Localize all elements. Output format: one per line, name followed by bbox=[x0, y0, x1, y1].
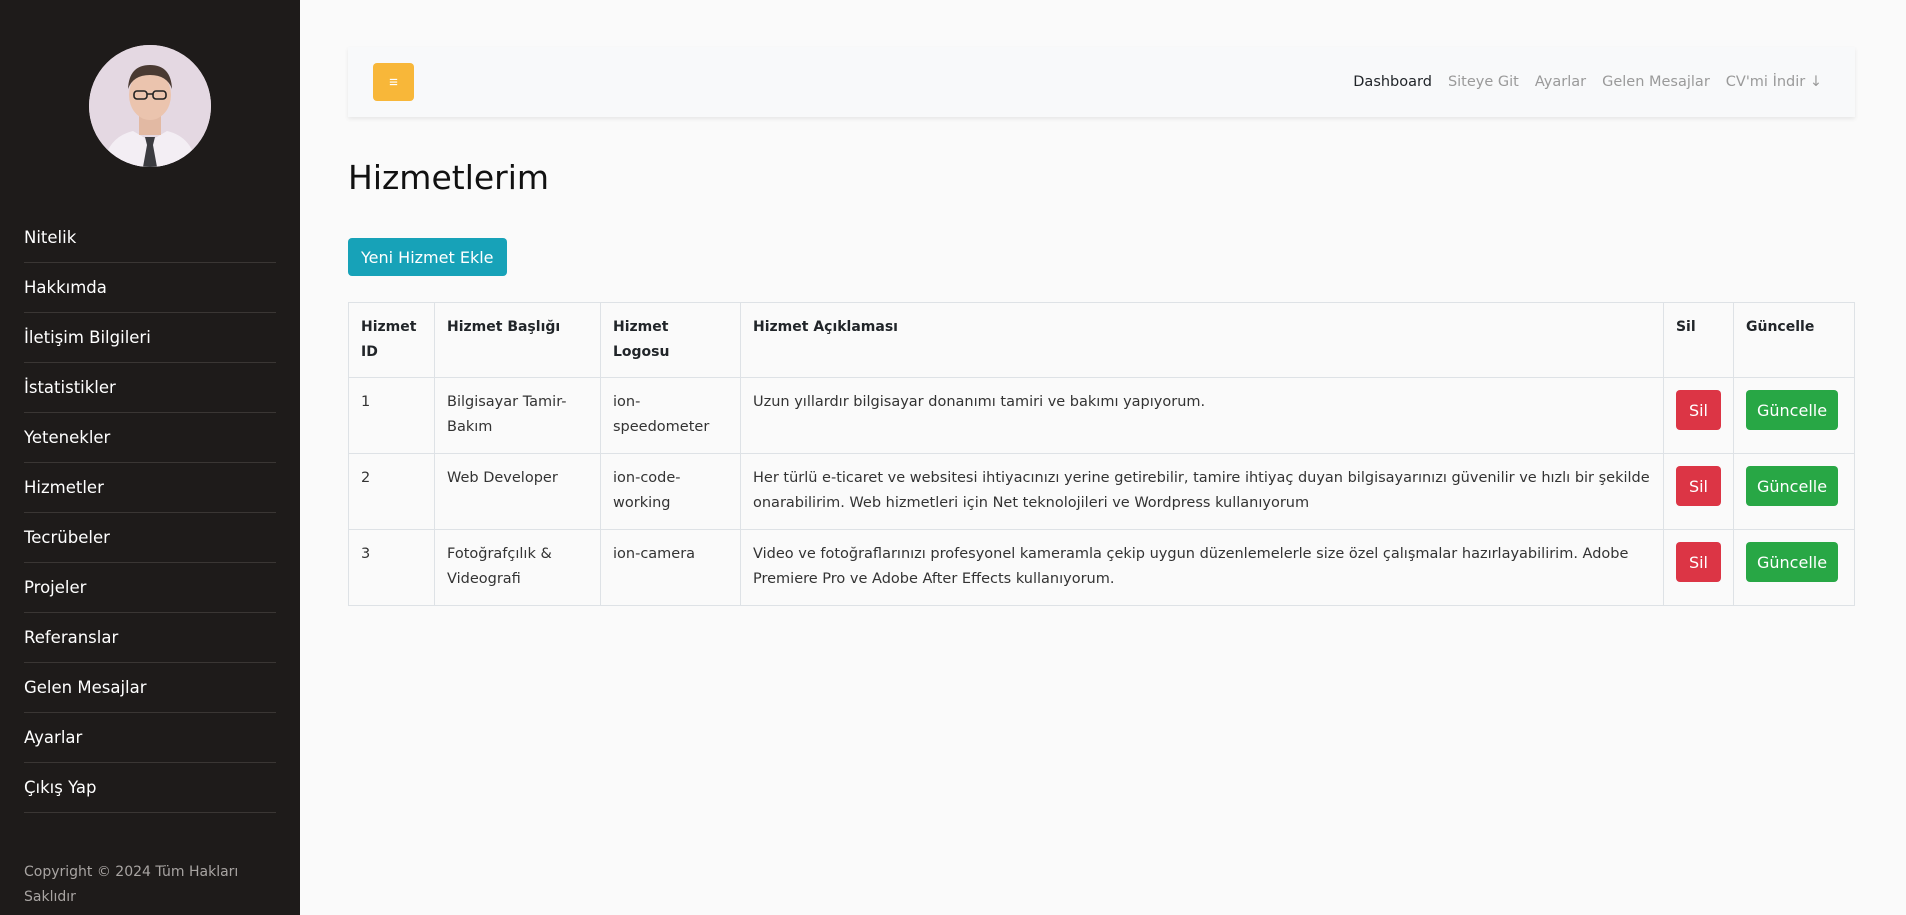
header-title: Hizmet Başlığı bbox=[434, 302, 601, 378]
sidebar-item-cikis-yap[interactable]: Çıkış Yap bbox=[24, 763, 276, 813]
topnav-cv-download-link[interactable]: CV'mi İndir ↓ bbox=[1726, 74, 1822, 90]
cell-logo: ion-camera bbox=[600, 529, 741, 606]
sidebar-item-label[interactable]: Hizmetler bbox=[24, 478, 104, 497]
update-button[interactable]: Güncelle bbox=[1746, 466, 1839, 506]
sidebar-item-gelen-mesajlar[interactable]: Gelen Mesajlar bbox=[24, 663, 276, 713]
delete-button[interactable]: Sil bbox=[1675, 542, 1721, 582]
cell-update: Güncelle bbox=[1733, 453, 1855, 530]
avatar-wrap bbox=[0, 0, 300, 167]
delete-button[interactable]: Sil bbox=[1675, 390, 1721, 430]
sidebar-item-label[interactable]: Hakkımda bbox=[24, 278, 107, 297]
sidebar-item-label[interactable]: İletişim Bilgileri bbox=[24, 328, 151, 347]
sidebar-item-label[interactable]: Gelen Mesajlar bbox=[24, 678, 147, 697]
sidebar-item-label[interactable]: Çıkış Yap bbox=[24, 778, 96, 797]
sidebar-item-label[interactable]: İstatistikler bbox=[24, 378, 116, 397]
header-logo: Hizmet Logosu bbox=[600, 302, 741, 378]
sidebar-item-yetenekler[interactable]: Yetenekler bbox=[24, 413, 276, 463]
topnav-settings-link[interactable]: Ayarlar bbox=[1535, 74, 1586, 90]
sidebar-item-hakkimda[interactable]: Hakkımda bbox=[24, 263, 276, 313]
sidebar-item-label[interactable]: Ayarlar bbox=[24, 728, 82, 747]
profile-photo bbox=[89, 45, 211, 167]
cell-delete: Sil bbox=[1662, 377, 1735, 454]
table-row: 3 Fotoğrafçılık & Videografi ion-camera … bbox=[348, 529, 1855, 606]
cell-delete: Sil bbox=[1662, 529, 1735, 606]
sidebar-nav: Nitelik Hakkımda İletişim Bilgileri İsta… bbox=[24, 213, 276, 813]
services-table: Hizmet ID Hizmet Başlığı Hizmet Logosu H… bbox=[348, 302, 1855, 606]
sidebar-item-label[interactable]: Yetenekler bbox=[24, 428, 110, 447]
cell-description: Video ve fotoğraflarınızı profesyonel ka… bbox=[740, 529, 1664, 606]
cell-id: 3 bbox=[348, 529, 435, 606]
topnav-site-link[interactable]: Siteye Git bbox=[1448, 74, 1519, 90]
top-nav-links: Dashboard Siteye Git Ayarlar Gelen Mesaj… bbox=[1353, 47, 1822, 117]
table-row: 1 Bilgisayar Tamir-Bakım ion-speedometer… bbox=[348, 377, 1855, 454]
sidebar-item-hizmetler[interactable]: Hizmetler bbox=[24, 463, 276, 513]
sidebar-item-iletisim-bilgileri[interactable]: İletişim Bilgileri bbox=[24, 313, 276, 363]
topnav-messages-link[interactable]: Gelen Mesajlar bbox=[1602, 74, 1710, 90]
sidebar-item-istatistikler[interactable]: İstatistikler bbox=[24, 363, 276, 413]
sidebar-item-label[interactable]: Projeler bbox=[24, 578, 86, 597]
app-root: Nitelik Hakkımda İletişim Bilgileri İsta… bbox=[0, 0, 1906, 915]
copyright-text: Copyright © 2024 Tüm Hakları Saklıdır bbox=[24, 864, 239, 905]
header-delete: Sil bbox=[1662, 302, 1735, 378]
sidebar-item-nitelik[interactable]: Nitelik bbox=[24, 213, 276, 263]
topnav-dashboard-link[interactable]: Dashboard bbox=[1353, 74, 1432, 90]
header-id: Hizmet ID bbox=[348, 302, 435, 378]
cell-id: 1 bbox=[348, 377, 435, 454]
cell-update: Güncelle bbox=[1733, 529, 1855, 606]
table-header-row: Hizmet ID Hizmet Başlığı Hizmet Logosu H… bbox=[348, 302, 1855, 378]
sidebar-item-label[interactable]: Referanslar bbox=[24, 628, 118, 647]
table-row: 2 Web Developer ion-code-working Her tür… bbox=[348, 453, 1855, 530]
cell-description: Her türlü e-ticaret ve websitesi ihtiyac… bbox=[740, 453, 1664, 530]
top-navbar: ≡ Dashboard Siteye Git Ayarlar Gelen Mes… bbox=[348, 47, 1855, 117]
cell-title: Bilgisayar Tamir-Bakım bbox=[434, 377, 601, 454]
cell-title: Web Developer bbox=[434, 453, 601, 530]
update-button[interactable]: Güncelle bbox=[1746, 542, 1839, 582]
cell-logo: ion-code-working bbox=[600, 453, 741, 530]
delete-button[interactable]: Sil bbox=[1675, 466, 1721, 506]
sidebar-item-ayarlar[interactable]: Ayarlar bbox=[24, 713, 276, 763]
sidebar-toggle-button[interactable]: ≡ bbox=[373, 63, 414, 101]
hamburger-icon: ≡ bbox=[389, 73, 398, 91]
sidebar-item-referanslar[interactable]: Referanslar bbox=[24, 613, 276, 663]
cell-update: Güncelle bbox=[1733, 377, 1855, 454]
cell-id: 2 bbox=[348, 453, 435, 530]
header-description: Hizmet Açıklaması bbox=[740, 302, 1664, 378]
add-service-button[interactable]: Yeni Hizmet Ekle bbox=[348, 238, 507, 276]
avatar bbox=[89, 45, 211, 167]
sidebar-item-label[interactable]: Nitelik bbox=[24, 228, 76, 247]
cell-title: Fotoğrafçılık & Videografi bbox=[434, 529, 601, 606]
main-content: ≡ Dashboard Siteye Git Ayarlar Gelen Mes… bbox=[300, 0, 1906, 915]
cell-delete: Sil bbox=[1662, 453, 1735, 530]
cell-description: Uzun yıllardır bilgisayar donanımı tamir… bbox=[740, 377, 1664, 454]
page-title: Hizmetlerim bbox=[348, 158, 550, 197]
sidebar-item-projeler[interactable]: Projeler bbox=[24, 563, 276, 613]
cell-logo: ion-speedometer bbox=[600, 377, 741, 454]
sidebar: Nitelik Hakkımda İletişim Bilgileri İsta… bbox=[0, 0, 300, 915]
sidebar-item-label[interactable]: Tecrübeler bbox=[24, 528, 110, 547]
update-button[interactable]: Güncelle bbox=[1746, 390, 1839, 430]
sidebar-item-tecrubeler[interactable]: Tecrübeler bbox=[24, 513, 276, 563]
header-update: Güncelle bbox=[1733, 302, 1855, 378]
